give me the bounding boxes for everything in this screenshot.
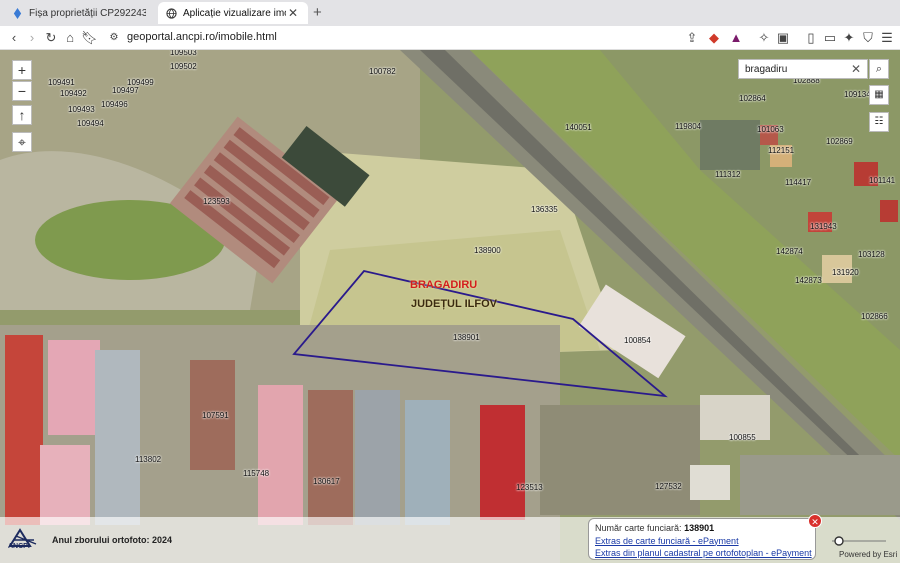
address-bar[interactable]: geoportal.ancpi.ro/imobile.html	[127, 31, 277, 43]
parcel-label: 115748	[243, 469, 270, 478]
zoom-out-button[interactable]: −	[12, 81, 32, 101]
reload-icon[interactable]: ↻	[43, 30, 59, 46]
parcel-label: 102869	[826, 137, 853, 146]
close-tab-icon[interactable]: ✕	[286, 6, 300, 20]
tab-strip: Fișa proprietății CP2922430 | CRM Aplica…	[0, 0, 900, 26]
parcel-label: 101063	[757, 125, 784, 134]
parcel-label: 100854	[624, 336, 651, 345]
back-icon[interactable]: ‹	[6, 30, 22, 46]
cf-extract-link[interactable]: Extras de carte funciară - ePayment	[595, 535, 809, 548]
parcel-label: 142874	[776, 247, 803, 256]
leo-icon[interactable]: ✦	[841, 30, 857, 46]
parcel-label: 100782	[369, 67, 396, 76]
parcel-label: 112151	[768, 146, 795, 155]
search-value: bragadiru	[745, 64, 788, 75]
cf-row: Număr carte funciară: 138901	[595, 522, 809, 535]
ancpi-logo-text: ANCPI	[8, 543, 30, 550]
parcel-label: 131943	[810, 222, 837, 231]
parcel-label: 103128	[858, 250, 885, 259]
parcel-label: 119804	[675, 122, 702, 131]
clear-search-icon[interactable]: ✕	[851, 62, 861, 76]
county-label: JUDEȚUL ILFOV	[411, 298, 497, 310]
parcel-label: 102864	[739, 94, 766, 103]
zoom-in-button[interactable]: +	[12, 60, 32, 80]
tab-title: Fișa proprietății CP2922430 | CRM	[29, 7, 146, 19]
town-label: BRAGADIRU	[410, 279, 478, 291]
parcel-label: 114417	[785, 178, 812, 187]
parcel-label: 109502	[170, 62, 197, 71]
forward-icon[interactable]: ›	[24, 30, 40, 46]
layer-list-icon[interactable]: ☷	[869, 112, 889, 132]
parcel-label: 123593	[203, 197, 230, 206]
screenshot-icon[interactable]: ▣	[775, 30, 791, 46]
sidebar-icon[interactable]: ▯	[803, 30, 819, 46]
parcel-label: 109496	[101, 100, 128, 109]
parcel-label: 102866	[861, 312, 888, 321]
ortho-year-label: Anul zborului ortofoto: 2024	[52, 535, 172, 545]
browser-toolbar: ‹ › ↻ ⌂ 🔖︎ ⚙ geoportal.ancpi.ro/imobile.…	[0, 26, 900, 50]
parcel-label: 138900	[474, 246, 501, 255]
shield-icon[interactable]: ◆	[706, 30, 722, 46]
parcel-label: 136335	[531, 205, 558, 214]
parcel-label: 109503	[170, 50, 197, 57]
parcel-label: 109491	[48, 78, 75, 87]
locate-icon[interactable]: ⌖	[12, 132, 32, 152]
parcel-label: 138901	[453, 333, 480, 342]
parcel-label: 109494	[77, 119, 104, 128]
wallet-icon[interactable]: ▭	[822, 30, 838, 46]
close-popup-icon[interactable]: ✕	[808, 514, 822, 528]
home-icon[interactable]: ⌂	[62, 30, 78, 46]
share-icon[interactable]: ⇪	[684, 30, 700, 46]
parcel-label: 107591	[202, 411, 229, 420]
esri-attribution: Powered by Esri	[839, 550, 898, 559]
site-settings-icon[interactable]: ⚙	[106, 30, 122, 46]
extensions-icon[interactable]: ✧	[756, 30, 772, 46]
north-compass-icon[interactable]: ↑	[12, 105, 32, 125]
rewards-icon[interactable]: ▲	[728, 30, 744, 46]
cadastral-plan-link[interactable]: Extras din planul cadastral pe ortofotop…	[595, 547, 812, 560]
tab-geoportal[interactable]: Aplicație vizualizare imobile ✕	[158, 2, 308, 24]
parcel-label: 131920	[832, 268, 859, 277]
opacity-slider[interactable]	[826, 536, 888, 546]
tab-crm[interactable]: Fișa proprietății CP2922430 | CRM	[4, 2, 154, 24]
cf-label: Număr carte funciară:	[595, 523, 682, 533]
parcel-label: 109493	[68, 105, 95, 114]
parcel-label: 142873	[795, 276, 822, 285]
parcel-label: 140051	[565, 123, 592, 132]
search-icon[interactable]: ⌕	[869, 59, 889, 79]
bookmark-icon[interactable]: 🔖︎	[81, 30, 98, 46]
map-viewport[interactable]: 109503 109502 109491 109499 109492 10949…	[0, 50, 900, 563]
parcel-label: 101141	[869, 176, 896, 185]
menu-icon[interactable]: ☰	[879, 30, 895, 46]
parcel-label: 109497	[112, 86, 139, 95]
parcel-label: 113802	[135, 455, 162, 464]
ancpi-logo-icon	[8, 528, 37, 547]
globe-icon	[166, 7, 177, 19]
parcel-label: 109492	[60, 89, 87, 98]
parcel-label: 111312	[715, 170, 741, 179]
basemap-gallery-icon[interactable]: ▦	[869, 85, 889, 105]
crm-icon	[13, 7, 22, 19]
parcel-label: 100855	[729, 433, 756, 442]
cf-number: 138901	[684, 523, 715, 533]
parcel-info-popup: Număr carte funciară: 138901 Extras de c…	[588, 518, 816, 560]
parcel-label: 127532	[655, 482, 682, 491]
parcel-label: 130617	[313, 477, 340, 486]
parcel-label: 109134	[844, 90, 871, 99]
search-input[interactable]: bragadiru ✕	[738, 59, 868, 79]
tab-title: Aplicație vizualizare imobile	[183, 7, 286, 19]
parcel-label: 123513	[516, 483, 543, 492]
vpn-icon[interactable]: ⛉	[860, 30, 876, 46]
new-tab-button[interactable]: +	[313, 4, 322, 21]
